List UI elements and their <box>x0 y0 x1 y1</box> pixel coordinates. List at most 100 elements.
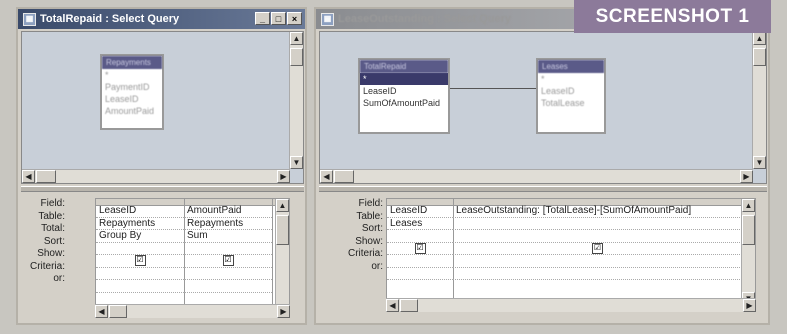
grid-column[interactable]: LeaseID Repayments Group By ☑ <box>96 199 185 317</box>
table-field[interactable]: SumOfAmountPaid <box>360 97 448 109</box>
scrollbar-thumb[interactable] <box>400 299 418 312</box>
show-checkbox[interactable]: ☑ <box>592 242 603 254</box>
grid-cell-or[interactable] <box>96 280 184 293</box>
grid-cell-criteria[interactable] <box>184 268 272 280</box>
horizontal-scrollbar[interactable]: ◀ ▶ <box>22 169 290 183</box>
table-box-repayments[interactable]: Repayments * PaymentID LeaseID AmountPai… <box>100 54 164 130</box>
grid-cell-show[interactable]: ☑ <box>387 242 453 255</box>
grid-cell-criteria[interactable] <box>453 255 742 268</box>
grid-cell-or[interactable] <box>387 268 453 280</box>
scroll-right-icon[interactable]: ▶ <box>277 305 290 318</box>
grid-cell-criteria[interactable] <box>96 268 184 280</box>
horizontal-scrollbar[interactable]: ◀ ▶ <box>320 169 753 183</box>
table-box-totalrepaid[interactable]: TotalRepaid * LeaseID SumOfAmountPaid <box>358 58 450 134</box>
table-pane[interactable]: Repayments * PaymentID LeaseID AmountPai… <box>21 31 304 184</box>
query-window-leaseoutstanding[interactable]: ▦ LeaseOutstanding : Select Query TotalR… <box>314 7 770 325</box>
scroll-down-icon[interactable]: ▼ <box>290 156 303 169</box>
grid-cell-criteria[interactable] <box>387 255 453 268</box>
close-button[interactable]: × <box>287 12 302 25</box>
grid-cell-sort[interactable] <box>453 230 742 243</box>
scroll-up-icon[interactable]: ▲ <box>276 199 289 212</box>
grid-vertical-scrollbar[interactable]: ▲ ▼ <box>741 199 755 305</box>
grid-cell-table[interactable] <box>453 218 742 230</box>
table-field[interactable]: * <box>538 73 604 85</box>
row-label-field: Field: <box>358 198 383 209</box>
scroll-down-icon[interactable]: ▼ <box>753 156 766 169</box>
grid-column[interactable]: LeaseOutstanding: [TotalLease]-[SumOfAmo… <box>453 199 743 305</box>
scroll-up-icon[interactable]: ▲ <box>753 32 766 45</box>
scrollbar-thumb[interactable] <box>276 215 289 245</box>
design-grid[interactable]: LeaseID Leases ☑ LeaseOutstanding: [Tota… <box>386 198 756 306</box>
show-checkbox[interactable]: ☑ <box>134 255 146 266</box>
grid-cell-table[interactable]: Leases <box>387 218 453 230</box>
show-checkbox[interactable]: ☑ <box>222 255 234 266</box>
maximize-button[interactable]: □ <box>271 12 286 25</box>
query-window-totalrepaid[interactable]: ▦ TotalRepaid : Select Query _ □ × Repay… <box>16 7 307 325</box>
table-box-title: Repayments <box>102 56 162 69</box>
design-grid[interactable]: LeaseID Repayments Group By ☑ AmountPaid… <box>95 198 290 318</box>
grid-cell-show[interactable]: ☑ <box>184 255 272 268</box>
grid-cell-field[interactable]: LeaseID <box>96 205 184 218</box>
scroll-up-icon[interactable]: ▲ <box>290 32 303 45</box>
table-field[interactable]: * <box>102 69 162 81</box>
scroll-left-icon[interactable]: ◀ <box>320 170 333 183</box>
table-pane[interactable]: TotalRepaid * LeaseID SumOfAmountPaid Le… <box>319 31 767 184</box>
table-field[interactable]: TotalLease <box>538 97 604 109</box>
scroll-right-icon[interactable]: ▶ <box>277 170 290 183</box>
grid-horizontal-scrollbar[interactable]: ◀ ▶ <box>386 298 756 312</box>
grid-cell-total[interactable]: Group By <box>96 230 184 243</box>
row-label-or: or: <box>53 273 65 284</box>
scroll-left-icon[interactable]: ◀ <box>95 305 108 318</box>
grid-cell-sort[interactable] <box>387 230 453 243</box>
design-grid-pane[interactable]: Field: Table: Total: Sort: Show: Criteri… <box>21 192 304 322</box>
row-label-criteria: Criteria: <box>29 260 65 272</box>
grid-cell-field[interactable]: LeaseOutstanding: [TotalLease]-[SumOfAmo… <box>453 205 742 218</box>
table-field[interactable]: LeaseID <box>360 85 448 97</box>
table-field[interactable]: LeaseID <box>102 93 162 105</box>
grid-horizontal-scrollbar[interactable]: ◀ ▶ <box>95 304 290 318</box>
table-box-leases[interactable]: Leases * LeaseID TotalLease <box>536 58 606 134</box>
table-field[interactable]: LeaseID <box>538 85 604 97</box>
row-label-table: Table: <box>356 210 383 222</box>
grid-column[interactable]: LeaseID Leases ☑ <box>387 199 454 305</box>
scrollbar-thumb[interactable] <box>36 170 56 183</box>
table-box-title: Leases <box>538 60 604 73</box>
scrollbar-thumb[interactable] <box>109 305 127 318</box>
scrollbar-thumb[interactable] <box>290 48 303 66</box>
minimize-button[interactable]: _ <box>255 12 270 25</box>
grid-cell-table[interactable]: Repayments <box>184 218 272 230</box>
table-field[interactable]: * <box>360 73 448 85</box>
grid-cell-or[interactable] <box>184 280 272 293</box>
vertical-scrollbar[interactable]: ▲ ▼ <box>289 32 303 169</box>
scrollbar-thumb[interactable] <box>742 215 755 245</box>
grid-row-labels: Field: Table: Sort: Show: Criteria: or: <box>339 198 383 273</box>
scroll-up-icon[interactable]: ▲ <box>742 199 755 212</box>
grid-cell-total[interactable]: Sum <box>184 230 272 243</box>
grid-cell-field[interactable]: AmountPaid <box>184 205 272 218</box>
scroll-right-icon[interactable]: ▶ <box>740 170 753 183</box>
scrollbar-thumb[interactable] <box>334 170 354 183</box>
grid-cell-table[interactable]: Repayments <box>96 218 184 230</box>
join-line[interactable] <box>450 88 536 89</box>
row-label-criteria: Criteria: <box>347 248 383 259</box>
grid-cell-sort[interactable] <box>184 243 272 255</box>
scroll-left-icon[interactable]: ◀ <box>386 299 399 312</box>
grid-cell-field[interactable]: LeaseID <box>387 205 453 218</box>
grid-column[interactable]: AmountPaid Repayments Sum ☑ <box>184 199 273 317</box>
grid-cell-show[interactable]: ☑ <box>453 242 742 255</box>
window-title: TotalRepaid : Select Query <box>40 13 180 25</box>
table-box-title: TotalRepaid <box>360 60 448 73</box>
table-field[interactable]: PaymentID <box>102 81 162 93</box>
grid-cell-sort[interactable] <box>96 243 184 255</box>
design-grid-pane[interactable]: Field: Table: Sort: Show: Criteria: or: … <box>319 192 767 322</box>
table-field[interactable]: AmountPaid <box>102 105 162 117</box>
window-titlebar[interactable]: ▦ TotalRepaid : Select Query _ □ × <box>18 9 305 29</box>
grid-vertical-scrollbar[interactable]: ▲ ▼ <box>275 199 289 317</box>
scroll-left-icon[interactable]: ◀ <box>22 170 35 183</box>
scroll-right-icon[interactable]: ▶ <box>743 299 756 312</box>
scrollbar-thumb[interactable] <box>753 48 766 66</box>
vertical-scrollbar[interactable]: ▲ ▼ <box>752 32 766 169</box>
grid-cell-show[interactable]: ☑ <box>96 255 184 268</box>
grid-cell-or[interactable] <box>453 268 742 280</box>
show-checkbox[interactable]: ☑ <box>414 242 426 254</box>
